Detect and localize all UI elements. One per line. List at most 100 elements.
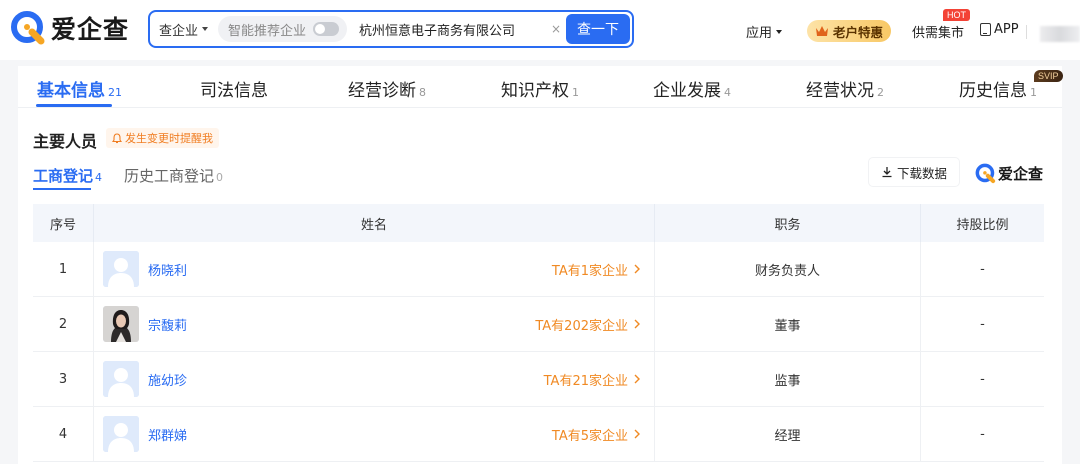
tab-label: 知识产权 bbox=[501, 81, 569, 101]
search-type-select[interactable]: 查企业 bbox=[150, 20, 218, 39]
tab-operation-status[interactable]: 经营状况 2 bbox=[806, 76, 884, 101]
person-name-link[interactable]: 郑群娣 bbox=[148, 425, 187, 444]
row-index: 1 bbox=[33, 242, 94, 296]
crown-icon bbox=[816, 26, 828, 36]
tab-enterprise-development[interactable]: 企业发展 4 bbox=[653, 76, 731, 101]
row-index: 2 bbox=[33, 297, 94, 351]
avatar[interactable] bbox=[103, 306, 139, 342]
download-label: 下载数据 bbox=[896, 165, 947, 181]
name-cell: 郑群娣 TA有5家企业 bbox=[94, 407, 655, 461]
related-companies-link[interactable]: TA有21家企业 bbox=[544, 370, 640, 389]
default-avatar-icon bbox=[103, 251, 139, 287]
subtab-count: 0 bbox=[216, 171, 224, 184]
tab-count: 1 bbox=[1030, 86, 1037, 99]
table-row: 1 杨晓利 TA有1家企业 财务负责人 - bbox=[33, 242, 1044, 297]
tab-label: 经营状况 bbox=[806, 81, 874, 101]
clear-icon[interactable]: × bbox=[551, 22, 563, 36]
tab-label: 企业发展 bbox=[653, 81, 721, 101]
change-remind-button[interactable]: 发生变更时提醒我 bbox=[106, 128, 219, 148]
app-download-link[interactable]: APP bbox=[980, 22, 1019, 37]
site-logo[interactable]: 爱企查 bbox=[10, 10, 129, 46]
col-header-index: 序号 bbox=[33, 204, 94, 242]
share-cell: - bbox=[980, 316, 985, 332]
role-cell: 监事 bbox=[655, 352, 921, 406]
tab-judicial-info[interactable]: 司法信息 bbox=[200, 76, 271, 101]
chevron-right-icon bbox=[634, 264, 640, 274]
avatar[interactable] bbox=[103, 251, 139, 287]
related-companies-label: TA有1家企业 bbox=[551, 263, 628, 279]
related-companies-label: TA有5家企业 bbox=[551, 428, 628, 444]
person-name-link[interactable]: 杨晓利 bbox=[148, 260, 187, 279]
row-index: 3 bbox=[33, 352, 94, 406]
active-tab-indicator bbox=[36, 104, 112, 107]
related-companies-link[interactable]: TA有202家企业 bbox=[535, 315, 640, 334]
chevron-right-icon bbox=[634, 429, 640, 439]
watermark-logo: 爱企查 bbox=[975, 163, 1043, 184]
tab-count: 8 bbox=[419, 86, 426, 99]
download-data-button[interactable]: 下载数据 bbox=[869, 158, 959, 186]
section-title: 主要人员 bbox=[33, 132, 98, 151]
tab-basic-info[interactable]: 基本信息 21 bbox=[37, 76, 122, 101]
tab-label: 司法信息 bbox=[200, 81, 268, 101]
name-cell: 杨晓利 TA有1家企业 bbox=[94, 242, 655, 296]
name-cell: 施幼珍 TA有21家企业 bbox=[94, 352, 655, 406]
search-type-label: 查企业 bbox=[159, 23, 199, 39]
subtab-history-registration[interactable]: 历史工商登记 0 bbox=[124, 165, 223, 186]
supply-market-link[interactable]: 供需集市 bbox=[912, 22, 964, 41]
share-cell: - bbox=[980, 426, 985, 442]
vip-offer-button[interactable]: 老户特惠 bbox=[807, 20, 891, 42]
remind-label: 发生变更时提醒我 bbox=[125, 132, 213, 145]
tab-history-info[interactable]: 历史信息 1 bbox=[959, 76, 1037, 101]
smart-recommend-toggle[interactable]: 智能推荐企业 bbox=[218, 16, 348, 42]
person-name-link[interactable]: 施幼珍 bbox=[148, 370, 187, 389]
main-personnel-section: 主要人员 发生变更时提醒我 工商登记 4 历史工商登记 0 下载数据 爱企查 序号 … bbox=[18, 108, 1062, 464]
col-header-name: 姓名 bbox=[94, 204, 655, 242]
header-divider bbox=[1026, 25, 1027, 39]
share-cell: - bbox=[980, 261, 985, 277]
caret-down-icon bbox=[202, 27, 209, 31]
avatar[interactable] bbox=[103, 416, 139, 452]
toggle-switch[interactable] bbox=[313, 22, 340, 36]
table-header: 序号 姓名 职务 持股比例 bbox=[33, 204, 1044, 242]
avatar[interactable] bbox=[103, 361, 139, 397]
default-avatar-icon bbox=[103, 416, 139, 452]
role-cell: 财务负责人 bbox=[655, 242, 921, 296]
search-input[interactable] bbox=[359, 21, 550, 37]
related-companies-link[interactable]: TA有1家企业 bbox=[552, 260, 640, 279]
hot-badge: HOT bbox=[943, 9, 970, 21]
smart-recommend-label: 智能推荐企业 bbox=[228, 23, 307, 39]
watermark-logo-text: 爱企查 bbox=[998, 165, 1044, 183]
search-box: 查企业 智能推荐企业 × 查一下 bbox=[148, 10, 634, 48]
apps-label: 应用 bbox=[746, 26, 773, 41]
related-companies-link[interactable]: TA有5家企业 bbox=[552, 425, 640, 444]
tab-label: 基本信息 bbox=[37, 81, 105, 101]
subtab-business-registration[interactable]: 工商登记 4 bbox=[33, 165, 102, 186]
table-row: 2 宗馥莉 TA有202家企业 董事 - bbox=[33, 297, 1044, 352]
chevron-right-icon bbox=[634, 374, 640, 384]
person-photo-avatar bbox=[103, 306, 139, 342]
name-cell: 宗馥莉 TA有202家企业 bbox=[94, 297, 655, 351]
caret-down-icon bbox=[776, 29, 783, 34]
personnel-table: 序号 姓名 职务 持股比例 1 杨晓利 TA有1家企业 财务负责人 - 2 宗馥… bbox=[33, 204, 1044, 462]
subtab-label: 工商登记 bbox=[33, 167, 94, 185]
tab-count: 2 bbox=[877, 86, 884, 99]
related-companies-label: TA有21家企业 bbox=[543, 373, 628, 389]
col-header-share: 持股比例 bbox=[956, 217, 1009, 233]
table-row: 3 施幼珍 TA有21家企业 监事 - bbox=[33, 352, 1044, 407]
tab-business-diagnosis[interactable]: 经营诊断 8 bbox=[348, 76, 426, 101]
tab-intellectual-property[interactable]: 知识产权 1 bbox=[501, 76, 579, 101]
tab-label: 历史信息 bbox=[959, 81, 1027, 101]
table-row: 4 郑群娣 TA有5家企业 经理 - bbox=[33, 407, 1044, 462]
tab-count: 21 bbox=[108, 86, 122, 99]
tab-count: 1 bbox=[572, 86, 579, 99]
tab-count: 4 bbox=[724, 86, 731, 99]
user-avatar-blurred[interactable] bbox=[1040, 26, 1080, 42]
top-header: 爱企查 查企业 智能推荐企业 × 查一下 应用 老户特惠 供需集市 HOT AP… bbox=[0, 0, 1080, 60]
logo-q-icon bbox=[11, 11, 45, 45]
apps-menu[interactable]: 应用 bbox=[746, 22, 783, 41]
bell-icon bbox=[112, 132, 122, 143]
search-button[interactable]: 查一下 bbox=[566, 14, 630, 44]
chevron-right-icon bbox=[634, 319, 640, 329]
person-name-link[interactable]: 宗馥莉 bbox=[148, 315, 187, 334]
share-cell: - bbox=[980, 371, 985, 387]
